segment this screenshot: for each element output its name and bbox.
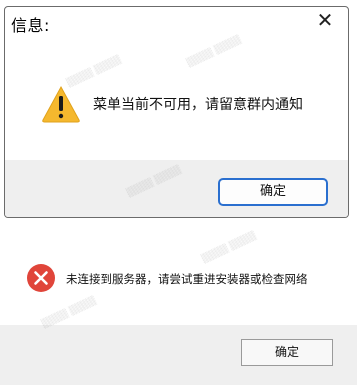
error-icon bbox=[27, 264, 55, 292]
error-dialog: 未连接到服务器，请尝试重进安装器或检查网络 确定 ▒▒▒▒ ▒▒▒▒ ▒▒▒▒ … bbox=[0, 231, 357, 385]
close-icon[interactable]: ✕ bbox=[314, 9, 336, 31]
watermark: ▒▒▒▒ ▒▒▒▒ bbox=[200, 231, 258, 265]
ok-button[interactable]: 确定 bbox=[218, 178, 328, 206]
warning-dialog: 信息: ✕ 菜单当前不可用，请留意群内通知 确定 ▒▒▒▒ ▒▒▒▒ ▒▒▒▒ … bbox=[4, 6, 349, 218]
warning-icon bbox=[42, 85, 80, 123]
dialog-message: 未连接到服务器，请尝试重进安装器或检查网络 bbox=[66, 272, 308, 286]
ok-button[interactable]: 确定 bbox=[241, 339, 333, 366]
screenshot-canvas: 信息: ✕ 菜单当前不可用，请留意群内通知 确定 ▒▒▒▒ ▒▒▒▒ ▒▒▒▒ … bbox=[0, 0, 357, 385]
dialog-title: 信息: bbox=[11, 16, 50, 35]
dialog-footer: 确定 bbox=[5, 160, 348, 217]
dialog-message: 菜单当前不可用，请留意群内通知 bbox=[93, 97, 303, 113]
dialog-body: 菜单当前不可用，请留意群内通知 bbox=[5, 37, 348, 160]
dialog-footer: 确定 bbox=[0, 325, 357, 385]
